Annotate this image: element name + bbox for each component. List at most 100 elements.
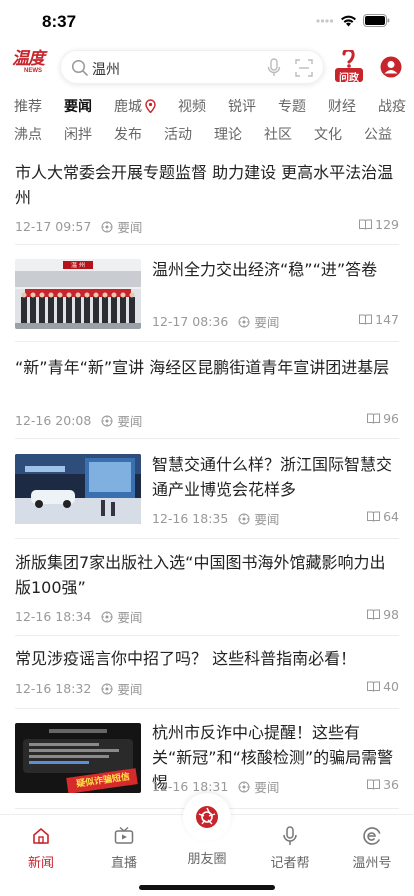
location-pin-icon xyxy=(145,99,156,113)
news-title: 浙版集团7家出版社入选“中国图书海外馆藏影响力出版100强” xyxy=(15,553,386,597)
tv-icon xyxy=(114,827,134,844)
compass-icon xyxy=(238,316,250,327)
news-meta: 12-17 09:57 要闻 xyxy=(15,217,142,236)
tab-wenzhou-account-label: 温州号 xyxy=(352,856,392,871)
news-source-label: 要闻 xyxy=(254,780,280,795)
news-item[interactable]: 常见涉疫谣言你中招了吗？ 这些科普指南必看！ 12-16 18:32 要闻 40 xyxy=(15,636,399,709)
tab-lucheng-label: 鹿城 xyxy=(114,99,142,115)
tab-xianban[interactable]: 闲拌 xyxy=(64,124,92,144)
tab-lilun[interactable]: 理论 xyxy=(214,124,242,144)
news-views: 96 xyxy=(367,411,399,426)
tab-reporter-help-label: 记者帮 xyxy=(270,856,310,871)
news-title: 常见涉疫谣言你中招了吗？ 这些科普指南必看！ xyxy=(15,649,357,668)
news-item[interactable]: “新”青年“新”宣讲 海经区昆鹏街道青年宣讲团进基层 12-16 20:08 要… xyxy=(15,342,399,439)
tab-shipin[interactable]: 视频 xyxy=(178,96,206,116)
news-views-count: 36 xyxy=(383,777,399,792)
tab-caijing[interactable]: 财经 xyxy=(328,96,356,116)
news-views-count: 64 xyxy=(383,509,399,524)
tab-wenzhou-account[interactable]: 温州号 xyxy=(332,825,412,871)
search-input[interactable]: 温州 xyxy=(92,59,120,79)
news-item[interactable]: 浙版集团7家出版社入选“中国图书海外馆藏影响力出版100强” 12-16 18:… xyxy=(15,539,399,636)
user-profile-icon[interactable] xyxy=(380,56,402,78)
news-source: 要闻 xyxy=(238,509,279,528)
news-time: 12-17 09:57 xyxy=(15,219,92,234)
wifi-icon xyxy=(341,15,356,26)
tab-reporter-help[interactable]: 记者帮 xyxy=(250,825,330,871)
news-title: 温州全力交出经济“稳”“进”答卷 xyxy=(152,260,378,279)
news-time: 12-16 18:32 xyxy=(15,681,92,696)
tab-yaowen[interactable]: 要闻 xyxy=(64,96,92,116)
tab-lucheng[interactable]: 鹿城 xyxy=(114,96,156,116)
status-bar: 8:37 xyxy=(0,0,414,44)
status-icons xyxy=(316,14,390,27)
news-thumbnail: 疑似诈骗短信 xyxy=(15,723,141,793)
tab-live[interactable]: 直播 xyxy=(84,825,164,871)
compass-icon xyxy=(101,611,113,622)
tab-news[interactable]: 新闻 xyxy=(1,825,81,871)
news-views: 147 xyxy=(359,312,399,327)
news-item[interactable]: 市人大常委会开展专题监督 助力建设 更高水平法治温州 12-17 09:57 要… xyxy=(15,160,399,245)
news-item[interactable]: 智慧交通什么样？浙江国际智慧交通产业博览会花样多 12-16 18:35 要闻 … xyxy=(15,439,399,539)
tab-tuijian[interactable]: 推荐 xyxy=(14,96,42,116)
tab-news-label: 新闻 xyxy=(27,856,54,871)
news-source: 要闻 xyxy=(238,777,279,796)
news-list: 市人大常委会开展专题监督 助力建设 更高水平法治温州 12-17 09:57 要… xyxy=(0,150,414,814)
ask-government-button[interactable]: 问政 xyxy=(334,48,364,84)
news-views: 64 xyxy=(367,509,399,524)
compass-icon xyxy=(101,683,113,694)
tab-fabu[interactable]: 发布 xyxy=(114,124,142,144)
book-icon xyxy=(367,413,381,424)
book-icon xyxy=(367,779,381,790)
compass-icon xyxy=(101,221,113,232)
news-meta: 12-17 08:36 要闻 xyxy=(152,312,279,331)
status-time: 8:37 xyxy=(42,12,77,31)
search-icon xyxy=(71,59,88,76)
news-meta: 12-16 18:31 要闻 xyxy=(152,777,279,796)
tab-feidian[interactable]: 沸点 xyxy=(14,124,42,144)
tab-gongyi[interactable]: 公益 xyxy=(364,124,392,144)
compass-icon xyxy=(238,781,250,792)
tab-live-label: 直播 xyxy=(110,856,137,871)
news-source: 要闻 xyxy=(101,217,142,236)
voice-search-icon[interactable] xyxy=(267,58,281,78)
news-source-label: 要闻 xyxy=(117,682,143,697)
news-meta: 12-16 18:34 要闻 xyxy=(15,607,142,626)
battery-icon xyxy=(363,14,390,27)
scan-icon[interactable] xyxy=(295,59,313,77)
news-meta: 12-16 18:35 要闻 xyxy=(152,509,279,528)
expo-photo-image xyxy=(15,454,141,524)
news-source-label: 要闻 xyxy=(254,512,280,527)
news-source: 要闻 xyxy=(101,679,142,698)
news-views: 129 xyxy=(359,217,399,232)
cellular-signal-icon xyxy=(316,18,334,23)
tab-moments-button[interactable] xyxy=(183,793,231,841)
tab-ruiping[interactable]: 锐评 xyxy=(228,96,256,116)
compass-icon xyxy=(238,513,250,524)
news-title: “新”青年“新”宣讲 海经区昆鹏街道青年宣讲团进基层 xyxy=(15,358,390,377)
news-thumbnail: 温 州 xyxy=(15,259,141,329)
news-title: 智慧交通什么样？浙江国际智慧交通产业博览会花样多 xyxy=(152,455,393,499)
news-meta: 12-16 18:32 要闻 xyxy=(15,679,142,698)
channel-row-1: 推荐 要闻 鹿城 视频 锐评 专题 财经 战疫 温商 xyxy=(0,92,414,120)
logo-text: 温度 xyxy=(12,49,45,69)
tab-zhanyi[interactable]: 战疫 xyxy=(378,96,406,116)
search-bar[interactable]: 温州 xyxy=(60,50,324,84)
e-badge-icon xyxy=(363,827,381,845)
tab-huodong[interactable]: 活动 xyxy=(164,124,192,144)
news-views-count: 40 xyxy=(383,679,399,694)
tab-wenhua[interactable]: 文化 xyxy=(314,124,342,144)
app-logo[interactable]: 温度 NEWS xyxy=(12,48,46,88)
news-item[interactable]: 温 州 温州全力交出经济“稳”“进”答卷 12-17 08:36 要闻 147 xyxy=(15,245,399,342)
group-photo-image xyxy=(15,259,141,329)
tab-moments-label[interactable]: 朋友圈 xyxy=(167,848,247,867)
tab-zhuanti[interactable]: 专题 xyxy=(278,96,306,116)
news-source: 要闻 xyxy=(101,607,142,626)
news-time: 12-16 18:34 xyxy=(15,609,92,624)
bottom-tab-bar: 新闻 直播 朋友圈 记者帮 温州号 xyxy=(0,793,414,896)
news-source: 要闻 xyxy=(238,312,279,331)
news-time: 12-16 18:31 xyxy=(152,779,229,794)
news-source: 要闻 xyxy=(101,411,142,430)
book-icon xyxy=(367,511,381,522)
news-time: 12-17 08:36 xyxy=(152,314,229,329)
tab-shequ[interactable]: 社区 xyxy=(264,124,292,144)
